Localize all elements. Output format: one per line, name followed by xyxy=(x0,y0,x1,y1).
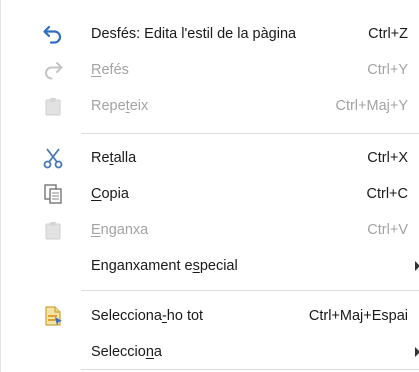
menu-separator xyxy=(81,133,419,134)
menu-item-undo-shortcut: Ctrl+Z xyxy=(368,26,408,42)
menu-item-paste-shortcut: Ctrl+V xyxy=(367,222,408,238)
menu-item-paste-special-label: Enganxament especial xyxy=(91,258,238,274)
select-all-icon xyxy=(41,304,65,328)
scissors-icon xyxy=(41,146,65,170)
menu-item-select[interactable]: Selecciona xyxy=(1,334,419,370)
menu-item-redo[interactable]: Refés Ctrl+Y xyxy=(1,52,419,88)
menu-item-copy[interactable]: Copia Ctrl+C xyxy=(1,176,419,212)
redo-icon xyxy=(41,58,65,82)
menu-separator xyxy=(81,369,419,370)
copy-icon xyxy=(41,182,65,206)
menu-item-repeat-label: Repeteix xyxy=(91,98,149,114)
menu-separator xyxy=(81,290,419,291)
menu-item-cut-shortcut: Ctrl+X xyxy=(367,150,408,166)
menu-item-undo-label: Desfés: Edita l'estil de la pàgina xyxy=(91,26,297,42)
menu-item-paste-label: Enganxa xyxy=(91,222,149,238)
menu-item-select-all-label: Selecciona-ho tot xyxy=(91,308,204,324)
submenu-arrow-icon xyxy=(415,261,419,271)
menu-item-cut-label: Retalla xyxy=(91,150,137,166)
repeat-icon xyxy=(41,94,65,118)
menu-item-copy-shortcut: Ctrl+C xyxy=(366,186,409,202)
paste-icon xyxy=(41,218,65,242)
menu-item-copy-label: Copia xyxy=(91,186,129,202)
menu-item-select-label: Selecciona xyxy=(91,344,162,360)
menu-item-repeat-shortcut: Ctrl+Maj+Y xyxy=(335,98,408,114)
menu-item-redo-shortcut: Ctrl+Y xyxy=(367,62,408,78)
menu-item-select-all[interactable]: Selecciona-ho tot Ctrl+Maj+Espai xyxy=(1,298,419,334)
menu-item-repeat[interactable]: Repeteix Ctrl+Maj+Y xyxy=(1,88,419,124)
menu-item-paste-special[interactable]: Enganxament especial xyxy=(1,248,419,284)
menu-item-paste[interactable]: Enganxa Ctrl+V xyxy=(1,212,419,248)
undo-icon xyxy=(41,22,65,46)
menu-item-redo-label: Refés xyxy=(91,62,129,78)
edit-context-menu: Desfés: Edita l'estil de la pàgina Ctrl+… xyxy=(0,0,419,372)
menu-item-select-all-shortcut: Ctrl+Maj+Espai xyxy=(308,308,408,324)
menu-item-cut[interactable]: Retalla Ctrl+X xyxy=(1,140,419,176)
submenu-arrow-icon xyxy=(415,347,419,357)
menu-item-undo[interactable]: Desfés: Edita l'estil de la pàgina Ctrl+… xyxy=(1,16,419,52)
